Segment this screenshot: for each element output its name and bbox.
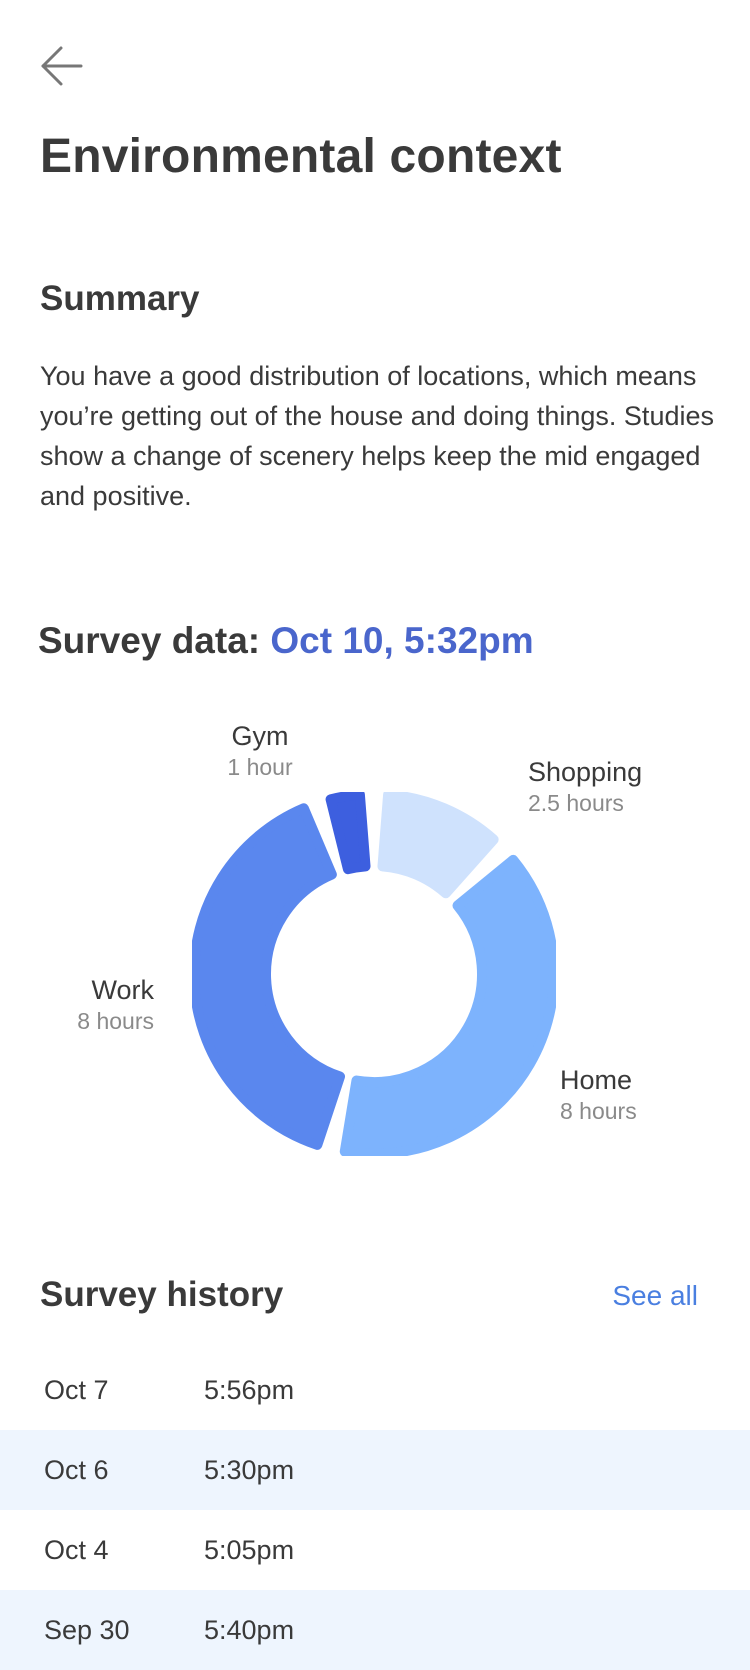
- survey-heading: Survey data: Oct 10, 5:32pm: [38, 618, 534, 664]
- location-donut-chart: [192, 792, 556, 1156]
- donut-segment-home[interactable]: [339, 854, 556, 1156]
- shopping-label-group: Shopping 2.5 hours: [528, 756, 642, 818]
- survey-label: Survey data:: [38, 620, 261, 661]
- shopping-value: 2.5 hours: [528, 790, 624, 816]
- history-date: Oct 6: [44, 1454, 109, 1485]
- work-label-group: Work 8 hours: [40, 974, 154, 1036]
- shopping-label: Shopping: [528, 757, 643, 787]
- history-row[interactable]: Oct 7 5:56pm: [0, 1350, 750, 1430]
- donut-segment-gym[interactable]: [325, 792, 371, 875]
- work-value: 8 hours: [77, 1008, 154, 1034]
- history-time: 5:40pm: [204, 1614, 295, 1645]
- history-time: 5:56pm: [204, 1374, 295, 1405]
- history-row[interactable]: Oct 4 5:05pm: [0, 1510, 750, 1590]
- back-button[interactable]: [36, 40, 88, 92]
- survey-history-list: Oct 7 5:56pm Oct 6 5:30pm Oct 4 5:05pm S…: [0, 1350, 750, 1670]
- history-row[interactable]: Oct 6 5:30pm: [0, 1430, 750, 1510]
- history-date: Sep 30: [44, 1614, 130, 1645]
- history-date: Oct 4: [44, 1534, 109, 1565]
- arrow-left-icon: [41, 46, 83, 86]
- history-time: 5:05pm: [204, 1534, 295, 1565]
- history-row[interactable]: Sep 30 5:40pm: [0, 1590, 750, 1670]
- donut-segment-work[interactable]: [192, 803, 346, 1150]
- home-label: Home: [560, 1065, 633, 1095]
- summary-heading: Summary: [40, 279, 200, 318]
- history-date: Oct 7: [44, 1374, 109, 1405]
- page-title: Environmental context: [40, 130, 562, 183]
- gym-label: Gym: [231, 721, 289, 751]
- home-label-group: Home 8 hours: [560, 1064, 637, 1126]
- summary-text: You have a good distribution of location…: [40, 361, 714, 511]
- survey-date[interactable]: Oct 10, 5:32pm: [270, 620, 533, 661]
- donut-segment-shopping[interactable]: [377, 792, 499, 899]
- history-time: 5:30pm: [204, 1454, 295, 1485]
- survey-history-heading: Survey history: [40, 1275, 284, 1314]
- gym-label-group: Gym 1 hour: [210, 720, 310, 782]
- work-label: Work: [91, 975, 154, 1005]
- see-all-link[interactable]: See all: [612, 1278, 698, 1314]
- gym-value: 1 hour: [227, 754, 293, 780]
- home-value: 8 hours: [560, 1098, 637, 1124]
